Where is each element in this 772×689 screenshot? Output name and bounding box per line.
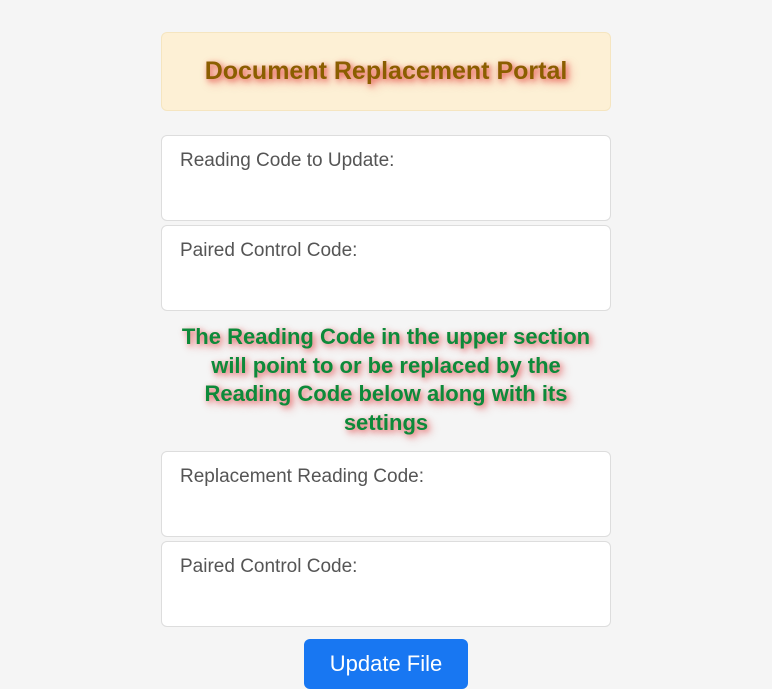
paired-control-input-2[interactable] [180,584,592,602]
reading-code-label: Reading Code to Update: [180,150,394,171]
replacement-reading-label: Replacement Reading Code: [180,466,424,487]
paired-control-group-1: Paired Control Code: [161,225,611,311]
reading-code-group: Reading Code to Update: [161,135,611,221]
paired-control-label-2: Paired Control Code: [180,556,357,577]
update-file-button[interactable]: Update File [304,639,469,689]
replacement-reading-group: Replacement Reading Code: [161,451,611,537]
form-container: Document Replacement Portal Reading Code… [161,0,611,689]
instruction-text: The Reading Code in the upper section wi… [161,315,611,451]
replacement-reading-input[interactable] [180,494,592,512]
reading-code-input[interactable] [180,178,592,196]
paired-control-group-2: Paired Control Code: [161,541,611,627]
page-title: Document Replacement Portal [182,57,590,86]
header-card: Document Replacement Portal [161,32,611,111]
paired-control-input-1[interactable] [180,268,592,286]
paired-control-label-1: Paired Control Code: [180,240,357,261]
